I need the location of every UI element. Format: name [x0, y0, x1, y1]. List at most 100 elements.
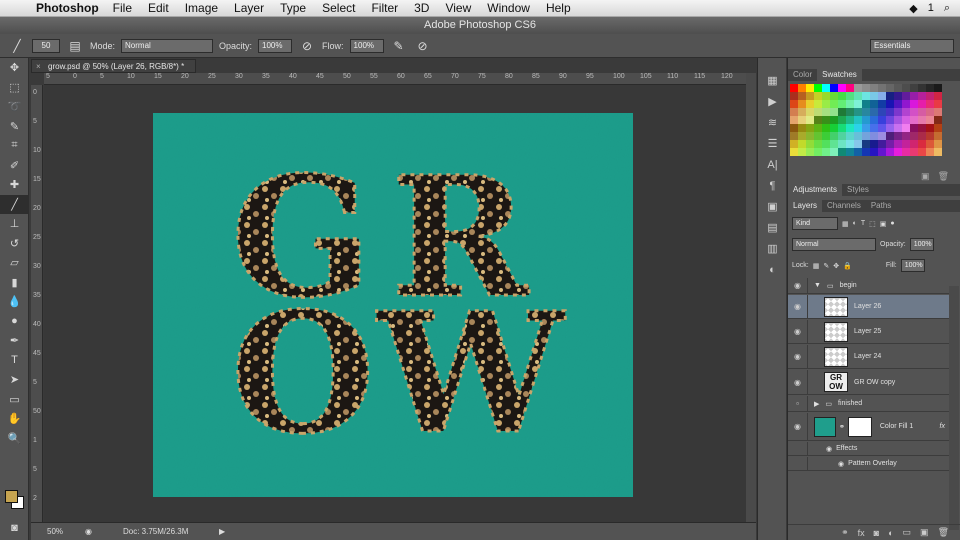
swatch-cell[interactable]	[854, 148, 862, 156]
pattern-overlay-eye-icon[interactable]: ◉	[838, 460, 844, 468]
swatch-cell[interactable]	[886, 100, 894, 108]
swatch-cell[interactable]	[814, 124, 822, 132]
swatch-cell[interactable]	[822, 92, 830, 100]
menu-select[interactable]: Select	[314, 1, 363, 15]
swatch-cell[interactable]	[918, 140, 926, 148]
swatch-cell[interactable]	[854, 116, 862, 124]
swatch-grid[interactable]	[790, 84, 942, 156]
swatch-cell[interactable]	[790, 140, 798, 148]
document-canvas[interactable]: G R O W	[153, 113, 633, 497]
swatch-cell[interactable]	[910, 132, 918, 140]
swatch-cell[interactable]	[926, 132, 934, 140]
visibility-eye-icon[interactable]: ◉	[788, 320, 808, 343]
delete-swatch-icon[interactable]: 🗑	[938, 171, 949, 182]
lock-transparent-icon[interactable]: ▦	[813, 262, 820, 270]
adobe-icon[interactable]: ◆	[909, 2, 917, 15]
swatch-cell[interactable]	[870, 84, 878, 92]
swatch-cell[interactable]	[822, 148, 830, 156]
dodge-tool-icon[interactable]: ●	[0, 312, 29, 332]
blend-mode-select[interactable]: Normal	[792, 238, 876, 251]
swatch-cell[interactable]	[910, 84, 918, 92]
swatch-cell[interactable]	[822, 132, 830, 140]
tab-adjustments[interactable]: Adjustments	[788, 184, 843, 196]
swatch-cell[interactable]	[878, 108, 886, 116]
swatch-cell[interactable]	[846, 116, 854, 124]
menu-layer[interactable]: Layer	[226, 1, 272, 15]
shape-tool-icon[interactable]: ▭	[0, 390, 29, 410]
swatch-cell[interactable]	[798, 100, 806, 108]
menu-app[interactable]: Photoshop	[30, 1, 105, 15]
swatch-cell[interactable]	[926, 140, 934, 148]
layer-opacity-input[interactable]: 100%	[909, 238, 934, 251]
brush-tool-icon[interactable]: ╱	[8, 38, 26, 54]
swatch-cell[interactable]	[862, 132, 870, 140]
swatch-cell[interactable]	[902, 84, 910, 92]
eyedropper-tool-icon[interactable]: ✐	[0, 156, 29, 176]
swatch-cell[interactable]	[838, 140, 846, 148]
swatch-cell[interactable]	[870, 100, 878, 108]
swatch-cell[interactable]	[798, 116, 806, 124]
swatch-cell[interactable]	[926, 108, 934, 116]
swatch-cell[interactable]	[894, 140, 902, 148]
swatch-cell[interactable]	[878, 132, 886, 140]
character-icon[interactable]: A|	[758, 154, 787, 175]
lasso-tool-icon[interactable]: ➰	[0, 97, 29, 117]
swatch-cell[interactable]	[790, 116, 798, 124]
swatch-cell[interactable]	[902, 132, 910, 140]
layer-group-finished[interactable]: ▫ ▶ ▭ finished	[788, 396, 949, 412]
swatch-cell[interactable]	[806, 148, 814, 156]
swatch-cell[interactable]	[814, 116, 822, 124]
swatch-cell[interactable]	[838, 124, 846, 132]
swatch-cell[interactable]	[806, 108, 814, 116]
foreground-color-swatch[interactable]	[5, 490, 18, 503]
swatch-cell[interactable]	[846, 108, 854, 116]
fx-icon[interactable]: fx	[858, 528, 865, 538]
swatch-cell[interactable]	[862, 92, 870, 100]
swatch-cell[interactable]	[798, 124, 806, 132]
swatch-cell[interactable]	[902, 116, 910, 124]
tab-layers[interactable]: Layers	[788, 200, 823, 212]
swatch-cell[interactable]	[806, 100, 814, 108]
swatch-cell[interactable]	[878, 116, 886, 124]
hand-tool-icon[interactable]: ✋	[0, 409, 29, 429]
swatch-cell[interactable]	[838, 100, 846, 108]
menu-3d[interactable]: 3D	[406, 1, 437, 15]
layer-row-layer-25[interactable]: ◉ Layer 25	[788, 320, 949, 344]
layers-scrollbar[interactable]	[949, 286, 959, 530]
swatch-cell[interactable]	[854, 132, 862, 140]
pressure-size-icon[interactable]: ⊘	[414, 38, 432, 54]
swatch-cell[interactable]	[926, 148, 934, 156]
marquee-tool-icon[interactable]: ⬚	[0, 78, 29, 98]
swatch-cell[interactable]	[830, 100, 838, 108]
swatch-cell[interactable]	[918, 100, 926, 108]
pen-tool-icon[interactable]: ✒	[0, 331, 29, 351]
swatch-cell[interactable]	[790, 84, 798, 92]
swatch-cell[interactable]	[918, 148, 926, 156]
eraser-tool-icon[interactable]: ▱	[0, 253, 29, 273]
swatch-cell[interactable]	[838, 108, 846, 116]
group-expanded-icon[interactable]: ▼	[814, 282, 821, 289]
swatch-cell[interactable]	[934, 140, 942, 148]
swatch-cell[interactable]	[886, 84, 894, 92]
visibility-eye-icon[interactable]: ◉	[788, 370, 808, 394]
filter-smart-icon[interactable]: ▣	[880, 220, 887, 228]
swatch-cell[interactable]	[910, 148, 918, 156]
swatch-cell[interactable]	[838, 84, 846, 92]
swatch-cell[interactable]	[806, 140, 814, 148]
adjustment-layer-icon[interactable]: ◐	[888, 528, 893, 538]
visibility-eye-icon[interactable]: ◉	[788, 278, 808, 293]
link-layers-icon[interactable]: ⚭	[841, 527, 849, 538]
swatch-cell[interactable]	[798, 132, 806, 140]
swatch-cell[interactable]	[870, 116, 878, 124]
menu-type[interactable]: Type	[272, 1, 314, 15]
swatch-cell[interactable]	[894, 132, 902, 140]
tab-styles[interactable]: Styles	[842, 184, 874, 196]
swatch-cell[interactable]	[862, 84, 870, 92]
swatch-cell[interactable]	[854, 124, 862, 132]
swatch-cell[interactable]	[838, 132, 846, 140]
link-icon[interactable]: ⚭	[839, 423, 845, 431]
swatch-cell[interactable]	[830, 84, 838, 92]
layer-row-layer-24[interactable]: ◉ Layer 24	[788, 345, 949, 369]
swatch-cell[interactable]	[830, 116, 838, 124]
status-menu-arrow-icon[interactable]: ▶	[219, 527, 225, 536]
